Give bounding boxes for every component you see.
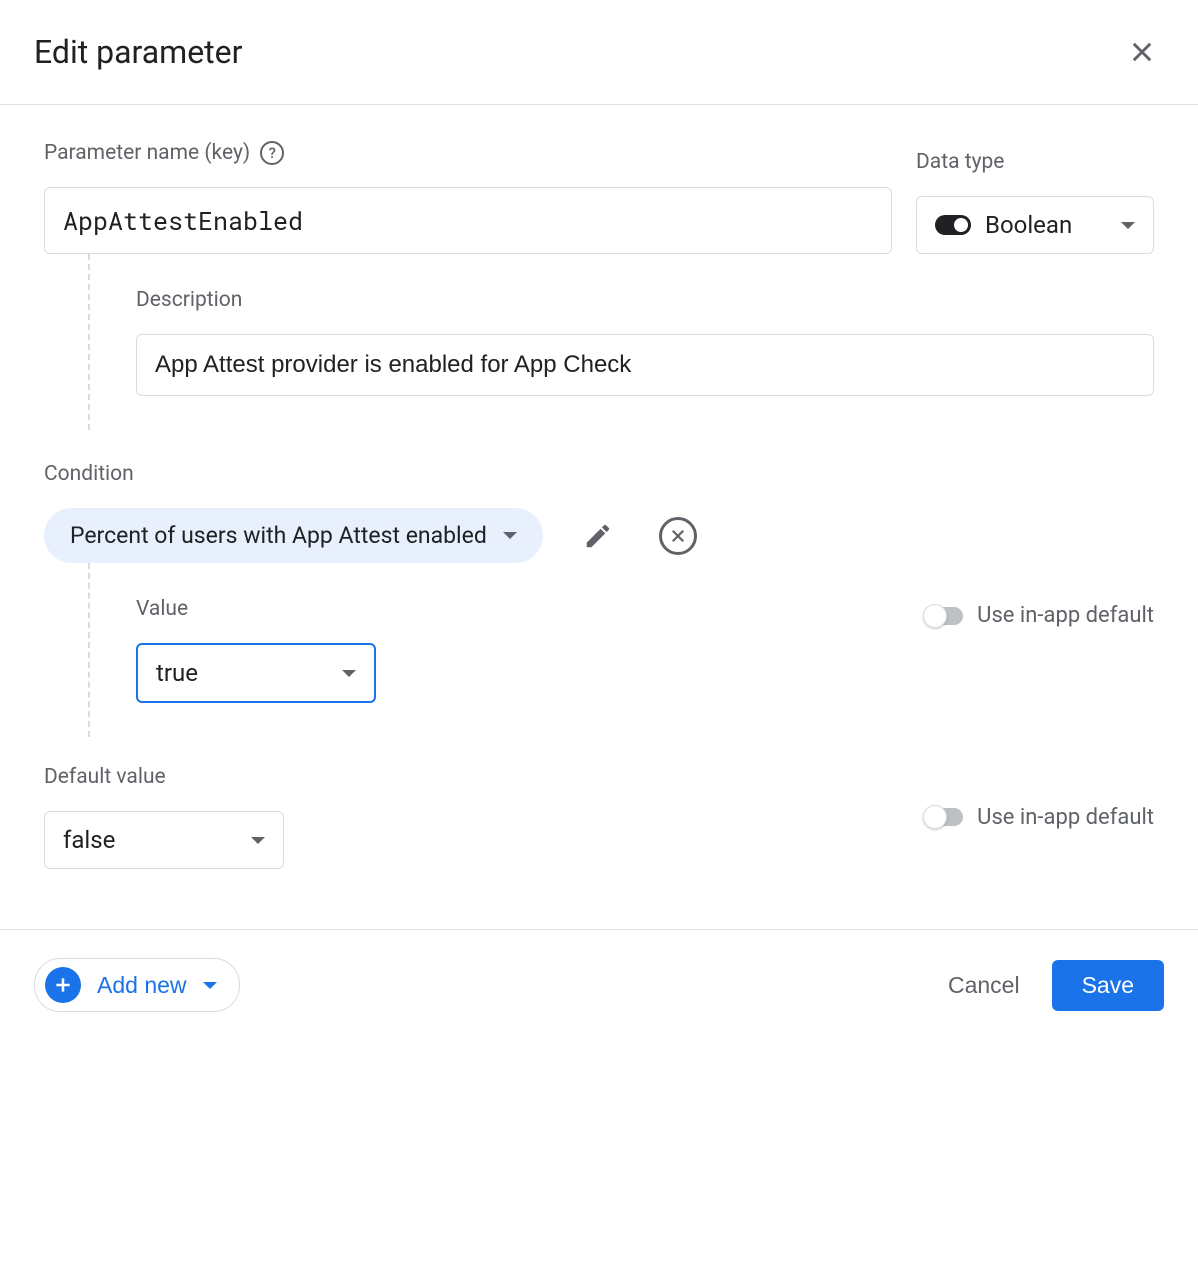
add-new-label: Add new [97,972,187,999]
condition-value-select[interactable]: true [136,643,376,703]
parameter-name-label: Parameter name (key) ? [44,141,892,165]
close-button[interactable] [1120,30,1164,74]
default-inapp-default-switch[interactable] [925,808,963,826]
condition-chip-text: Percent of users with App Attest enabled [70,522,487,549]
edit-condition-button[interactable] [577,515,619,557]
data-type-group: Data type Boolean [916,150,1154,254]
data-type-value: Boolean [985,211,1107,239]
condition-label: Condition [44,462,1154,486]
edit-parameter-dialog: Edit parameter Parameter name (key) ? Da… [0,0,1198,1048]
chevron-down-icon [1121,222,1135,229]
parameter-name-input[interactable] [44,187,892,254]
save-button[interactable]: Save [1052,960,1164,1011]
condition-row: Percent of users with App Attest enabled [44,508,1154,563]
chevron-down-icon [251,837,265,844]
remove-circle-icon [659,517,697,555]
chevron-down-icon [342,670,356,677]
remove-condition-button[interactable] [653,511,703,561]
chevron-down-icon [203,982,217,989]
parameter-name-label-text: Parameter name (key) [44,141,250,165]
condition-chip[interactable]: Percent of users with App Attest enabled [44,508,543,563]
close-icon [1128,38,1156,66]
dialog-footer: Add new Cancel Save [0,929,1198,1048]
default-value-text: false [63,826,237,854]
help-icon[interactable]: ? [260,141,284,165]
default-value-label: Default value [44,765,284,789]
chevron-down-icon [503,532,517,539]
condition-inapp-default-label: Use in-app default [977,603,1154,628]
description-label: Description [136,288,1154,312]
condition-inapp-default-switch[interactable] [925,607,963,625]
condition-value-block: Value true Use in-app default [88,563,1154,737]
add-new-button[interactable]: Add new [34,958,240,1012]
condition-value-text: true [156,659,328,687]
description-block: Description [88,254,1154,430]
name-type-row: Parameter name (key) ? Data type Boolean [44,141,1154,254]
pencil-icon [583,521,613,551]
dialog-header: Edit parameter [0,0,1198,105]
description-input[interactable] [136,334,1154,396]
footer-actions: Cancel Save [948,960,1164,1011]
boolean-toggle-icon [935,215,971,235]
parameter-name-group: Parameter name (key) ? [44,141,892,254]
dialog-title: Edit parameter [34,33,242,71]
data-type-select[interactable]: Boolean [916,196,1154,254]
value-label: Value [136,597,376,621]
cancel-button[interactable]: Cancel [948,972,1020,999]
dialog-body: Parameter name (key) ? Data type Boolean… [0,105,1198,929]
default-inapp-default-label: Use in-app default [977,805,1154,830]
default-value-select[interactable]: false [44,811,284,869]
default-value-row: Default value false Use in-app default [44,765,1154,869]
data-type-label: Data type [916,150,1154,174]
plus-circle-icon [45,967,81,1003]
default-inapp-default-group: Use in-app default [925,805,1154,830]
condition-inapp-default-group: Use in-app default [925,603,1154,628]
